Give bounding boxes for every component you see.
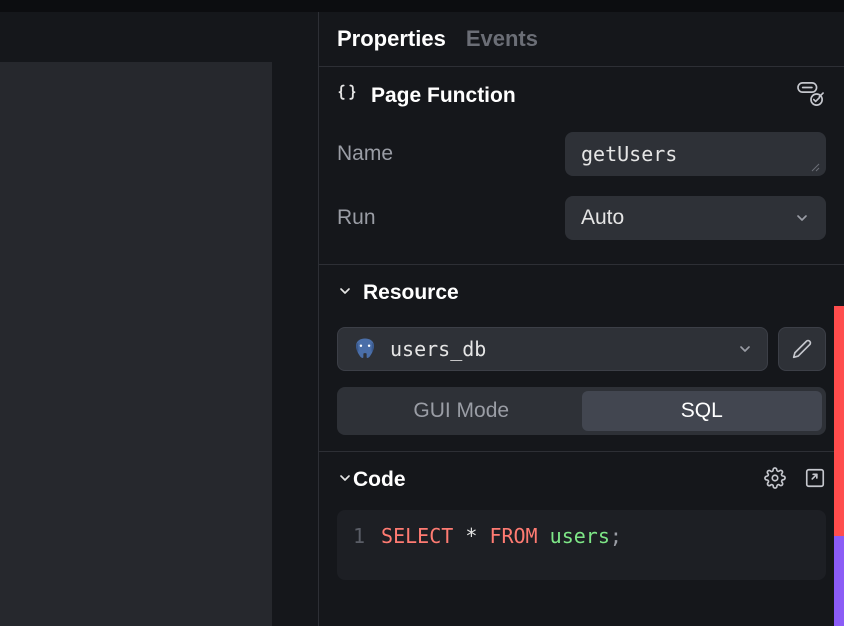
pencil-icon xyxy=(792,339,812,359)
page-function-header: Page Function xyxy=(319,67,844,122)
braces-icon xyxy=(337,83,357,108)
tab-properties[interactable]: Properties xyxy=(337,26,446,52)
link-settings-icon[interactable] xyxy=(796,81,826,112)
page-function-section: Page Function Name xyxy=(319,67,844,265)
chevron-down-icon xyxy=(337,470,353,491)
resource-row: users_db xyxy=(319,319,844,381)
run-row: Run Auto xyxy=(319,186,844,250)
postgres-icon xyxy=(352,336,378,362)
gear-icon[interactable] xyxy=(764,467,786,494)
code-editor[interactable]: 1 SELECT * FROM users; xyxy=(337,510,826,580)
tab-events[interactable]: Events xyxy=(466,26,538,52)
stripe-purple xyxy=(834,536,844,626)
mode-sql-button[interactable]: SQL xyxy=(582,391,823,431)
code-token-from: FROM xyxy=(489,524,537,548)
code-section: Code xyxy=(319,452,844,580)
canvas-inner xyxy=(0,62,272,626)
name-row: Name xyxy=(319,122,844,186)
line-number: 1 xyxy=(353,524,365,548)
resource-header[interactable]: Resource xyxy=(319,265,844,319)
chevron-down-icon xyxy=(794,210,810,226)
resource-select[interactable]: users_db xyxy=(337,327,768,371)
code-token-table: users xyxy=(550,524,610,548)
resource-section: Resource users_db xyxy=(319,265,844,452)
name-label: Name xyxy=(337,142,547,166)
expand-icon[interactable] xyxy=(804,467,826,494)
inspector-panel: Properties Events Page Function xyxy=(318,12,844,626)
resource-title: Resource xyxy=(363,281,459,305)
stripe-red xyxy=(834,306,844,536)
code-token-select: SELECT xyxy=(381,524,453,548)
run-value: Auto xyxy=(581,206,624,230)
resource-name: users_db xyxy=(390,337,725,361)
inspector-tabs: Properties Events xyxy=(319,12,844,67)
right-edge-stripe xyxy=(834,12,844,626)
name-input[interactable] xyxy=(565,132,826,176)
code-title: Code xyxy=(353,468,406,492)
page-function-title: Page Function xyxy=(371,84,516,108)
code-token-star: * xyxy=(465,524,477,548)
code-header[interactable]: Code xyxy=(319,452,844,506)
run-label: Run xyxy=(337,206,547,230)
code-token-semi: ; xyxy=(610,524,622,548)
chevron-down-icon xyxy=(737,341,753,357)
run-select[interactable]: Auto xyxy=(565,196,826,240)
chevron-down-icon xyxy=(337,283,353,304)
mode-gui-button[interactable]: GUI Mode xyxy=(341,391,582,431)
canvas-panel xyxy=(0,12,318,626)
edit-resource-button[interactable] xyxy=(778,327,826,371)
mode-toggle: GUI Mode SQL xyxy=(337,387,826,435)
